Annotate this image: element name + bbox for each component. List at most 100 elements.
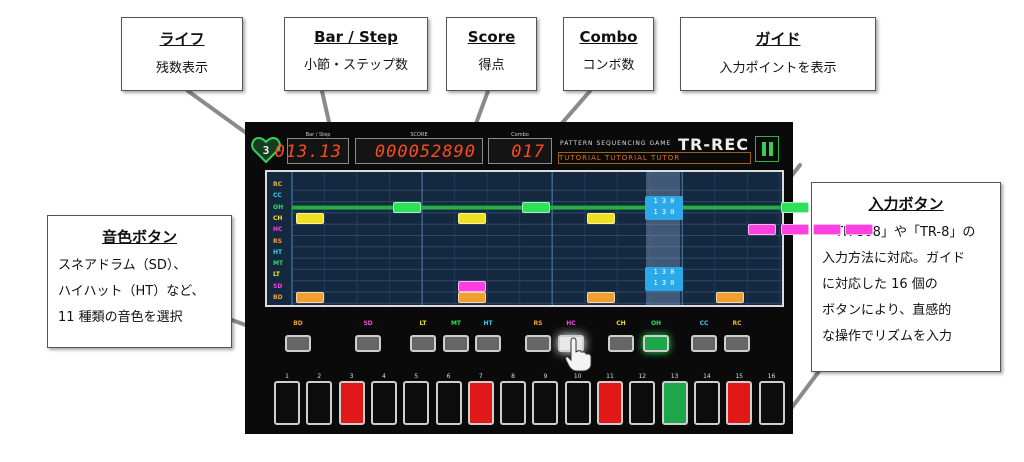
step-number: 10: [573, 373, 582, 380]
note-oh: [780, 201, 809, 213]
callout-sound-line: スネアドラム（SD）、: [58, 258, 187, 273]
callout-combo-title: Combo: [579, 28, 638, 46]
guide-counter-line: 1 3 0: [653, 208, 675, 216]
note-sd: [457, 280, 486, 292]
sound-button-oh[interactable]: [643, 335, 669, 352]
callout-input-line: な操作でリズムを入力: [822, 329, 953, 344]
callout-input-line: 入力方法に対応。ガイド: [822, 251, 966, 266]
bar-step-value: 013.13: [274, 142, 342, 162]
callout-bar-step-title: Bar / Step: [314, 28, 398, 46]
callout-guide: ガイド 入力ポイントを表示: [680, 17, 876, 91]
bar-step-display: Bar / Step 013.13: [275, 132, 349, 164]
sound-button-cc[interactable]: [691, 335, 717, 352]
step-number: 9: [543, 373, 548, 380]
callout-guide-title: ガイド: [755, 30, 801, 48]
note-ch: [296, 212, 324, 224]
sound-label-rs: RS: [533, 320, 543, 327]
note-oh: [522, 201, 551, 213]
sound-button-rs[interactable]: [525, 335, 551, 352]
callout-sound-body: スネアドラム（SD）、 ハイハット（HT）など、 11 種類の音色を選択: [48, 253, 231, 331]
step-button-1[interactable]: [274, 381, 300, 425]
sound-button-ch[interactable]: [608, 335, 634, 352]
score-label: SCORE: [410, 132, 428, 138]
step-number: 8: [511, 373, 515, 380]
sequencer-grid: RC CC OH CH HC RS HT MT LT SD BD 1 3 0 1 3 0 1 3 0…: [265, 170, 874, 307]
callout-sound-line: ハイハット（HT）など、: [58, 284, 205, 299]
step-button-3[interactable]: [338, 381, 365, 425]
step-number: 4: [381, 373, 386, 380]
note-bd: [296, 292, 324, 303]
step-button-11[interactable]: [597, 381, 623, 425]
sound-label-ht: HT: [483, 320, 493, 327]
step-button-10[interactable]: [564, 381, 591, 425]
game-subtitle: PATTERN SEQUENCING GAME: [560, 140, 672, 147]
step-button-4[interactable]: [370, 381, 397, 425]
note-hc: [812, 224, 841, 236]
callout-score-desc: 得点: [478, 58, 505, 73]
pointing-hand-icon: [565, 337, 592, 372]
callout-life: ライフ 残数表示: [121, 17, 243, 91]
step-number: 7: [478, 373, 483, 380]
pause-button[interactable]: [755, 136, 779, 162]
callout-combo-desc: コンボ数: [582, 58, 635, 73]
note-bd: [586, 292, 615, 303]
note-oh: [392, 201, 421, 213]
note-hc: [780, 224, 809, 236]
step-number: 15: [735, 373, 743, 380]
row-label-rs: RS: [273, 237, 282, 245]
guide-counter-line: 1 3 0: [653, 279, 675, 287]
sound-label-lt: LT: [419, 320, 427, 327]
step-button-6[interactable]: [435, 381, 462, 425]
step-number: 12: [638, 373, 647, 380]
step-number: 11: [606, 373, 614, 380]
step-number: 1: [285, 373, 289, 380]
step-button-16[interactable]: [758, 381, 785, 425]
sound-button-rc[interactable]: [724, 335, 750, 352]
score-value: 000052890: [374, 142, 476, 162]
callout-input-line: に対応した 16 個の: [822, 277, 938, 292]
note-bd: [715, 292, 744, 303]
step-button-12[interactable]: [629, 381, 656, 425]
note-hc: [845, 224, 874, 236]
sound-button-lt[interactable]: [410, 335, 436, 352]
step-button-5[interactable]: [403, 381, 430, 425]
life-value: 3: [263, 144, 270, 157]
callout-life-title: ライフ: [159, 30, 205, 48]
callout-score-title: Score: [467, 28, 516, 46]
sound-label-bd: BD: [293, 320, 303, 327]
step-button-14[interactable]: [693, 381, 720, 425]
callout-sound-buttons: 音色ボタン スネアドラム（SD）、 ハイハット（HT）など、 11 種類の音色を…: [47, 215, 232, 348]
row-label-bd: BD: [273, 294, 283, 301]
step-button-13[interactable]: [661, 381, 688, 425]
step-number: 2: [317, 373, 322, 380]
sound-button-bd[interactable]: [285, 335, 311, 352]
guide-counter-top: 1 3 0 1 3 0: [645, 196, 683, 220]
sound-label-mt: MT: [450, 320, 462, 327]
callout-score: Score 得点: [446, 17, 537, 91]
step-button-2[interactable]: [306, 381, 333, 425]
grid-lines: [291, 172, 782, 305]
note-ch: [457, 212, 486, 224]
callout-life-desc: 残数表示: [155, 61, 208, 76]
guide-counter-line: 1 3 0: [653, 197, 675, 205]
step-number: 6: [446, 373, 451, 380]
step-button-9[interactable]: [532, 381, 559, 425]
sound-button-ht[interactable]: [475, 335, 501, 352]
step-button-15[interactable]: [726, 381, 753, 425]
sound-label-cc: CC: [699, 320, 709, 327]
game-screen: 3 Bar / Step 013.13 SCORE 000052890 Comb…: [245, 122, 874, 434]
step-button-8[interactable]: [500, 381, 527, 425]
note-bd: [457, 292, 486, 303]
sound-label-sd: SD: [363, 320, 373, 327]
step-button-7[interactable]: [467, 381, 494, 425]
sound-button-mt[interactable]: [443, 335, 469, 352]
row-label-hc: HC: [273, 226, 283, 234]
score-display: SCORE 000052890: [355, 132, 483, 164]
guide-counter-bottom: 1 3 0 1 3 0: [645, 267, 683, 291]
callout-guide-desc: 入力ポイントを表示: [719, 61, 837, 76]
row-label-ht: HT: [273, 248, 283, 256]
callout-input-title: 入力ボタン: [868, 195, 944, 213]
sound-button-sd[interactable]: [355, 335, 381, 352]
step-number: 13: [670, 373, 679, 380]
guide-counter-line: 1 3 0: [653, 268, 675, 276]
